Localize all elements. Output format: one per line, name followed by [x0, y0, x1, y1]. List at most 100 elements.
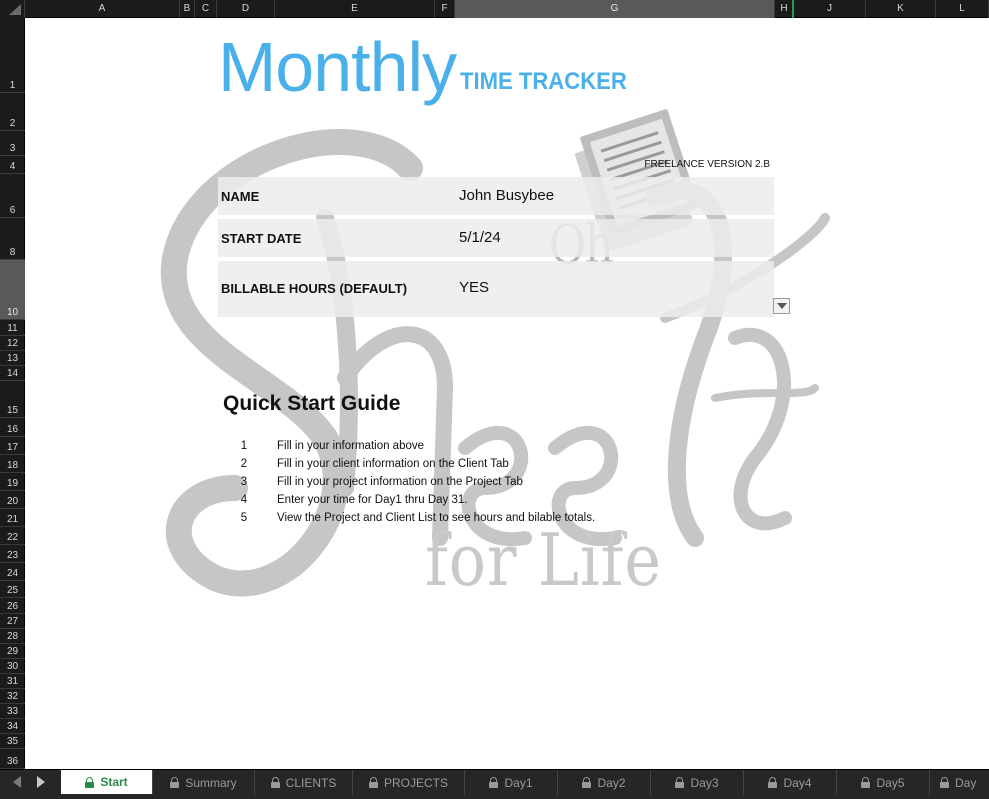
- tab-label: Day5: [876, 775, 905, 790]
- row-header[interactable]: 34: [0, 719, 25, 734]
- row-header[interactable]: 4: [0, 156, 25, 174]
- row-header[interactable]: 12: [0, 336, 25, 351]
- column-freeze-marker: [792, 0, 794, 18]
- lock-icon: [170, 777, 180, 788]
- step-number: 2: [240, 458, 248, 470]
- tab-start[interactable]: Start: [61, 770, 153, 794]
- row-header[interactable]: 3: [0, 131, 25, 156]
- tab-label: Start: [100, 775, 128, 789]
- row-header[interactable]: 13: [0, 351, 25, 366]
- info-label: BILLABLE HOURS (DEFAULT): [221, 281, 408, 296]
- version-label: FREELANCE VERSION 2.B: [644, 159, 770, 170]
- column-header-a[interactable]: A: [25, 0, 180, 18]
- row-header[interactable]: 1: [0, 18, 25, 93]
- column-header-l[interactable]: L: [936, 0, 989, 18]
- row-header[interactable]: 10: [0, 260, 25, 320]
- step-text: View the Project and Client List to see …: [277, 512, 596, 524]
- row-header[interactable]: 24: [0, 563, 25, 581]
- info-label: NAME: [221, 189, 260, 204]
- sheet-tab-bar: Start Summary CLIENTS PROJECTS Day1 Day2…: [0, 769, 989, 799]
- lock-icon: [270, 777, 280, 788]
- tab-day3[interactable]: Day3: [651, 770, 744, 795]
- billable-hours-dropdown-button[interactable]: [773, 298, 790, 314]
- row-header[interactable]: 2: [0, 93, 25, 131]
- watermark-logo: Oh for Life: [25, 18, 989, 769]
- lock-icon: [85, 776, 95, 788]
- tab-day5[interactable]: Day5: [837, 770, 930, 795]
- quick-start-title: Quick Start Guide: [223, 392, 401, 415]
- watermark-for-life-text: for Life: [425, 518, 662, 602]
- row-header[interactable]: 19: [0, 473, 25, 491]
- column-header-g[interactable]: G: [455, 0, 775, 18]
- step-number: 5: [240, 512, 248, 524]
- info-row-start-date[interactable]: START DATE 5/1/24: [218, 219, 774, 257]
- row-header[interactable]: 18: [0, 455, 25, 473]
- page-title: Monthly TIME TRACKER: [218, 32, 641, 102]
- row-header-bar: 1 2 3 4 6 8 10 11 12 13 14 15 16 17 18 1…: [0, 18, 25, 769]
- row-header[interactable]: 30: [0, 659, 25, 674]
- tab-clients[interactable]: CLIENTS: [255, 770, 353, 795]
- row-header[interactable]: 11: [0, 320, 25, 336]
- column-header-e[interactable]: E: [275, 0, 435, 18]
- column-header-c[interactable]: C: [195, 0, 217, 18]
- row-header[interactable]: 36: [0, 749, 25, 769]
- row-header[interactable]: 27: [0, 614, 25, 629]
- row-header[interactable]: 16: [0, 418, 25, 437]
- lock-icon: [675, 777, 685, 788]
- row-header[interactable]: 25: [0, 581, 25, 598]
- row-header[interactable]: 21: [0, 509, 25, 527]
- name-value[interactable]: John Busybee: [459, 187, 554, 204]
- tab-day4[interactable]: Day4: [744, 770, 837, 795]
- row-header[interactable]: 32: [0, 689, 25, 704]
- start-date-value[interactable]: 5/1/24: [459, 229, 501, 246]
- column-header-j[interactable]: J: [794, 0, 866, 18]
- tab-day1[interactable]: Day1: [465, 770, 558, 795]
- row-header[interactable]: 6: [0, 174, 25, 218]
- step-text: Fill in your client information on the C…: [277, 458, 509, 470]
- tab-scroll-left-icon[interactable]: [13, 776, 21, 788]
- title-monthly: Monthly: [218, 28, 457, 106]
- billable-hours-value[interactable]: YES: [459, 279, 489, 296]
- row-header[interactable]: 28: [0, 629, 25, 644]
- row-header[interactable]: 8: [0, 218, 25, 260]
- lock-icon: [489, 777, 499, 788]
- row-header[interactable]: 35: [0, 734, 25, 749]
- column-header-f[interactable]: F: [435, 0, 455, 18]
- lock-icon: [940, 777, 949, 788]
- column-header-d[interactable]: D: [217, 0, 275, 18]
- info-row-billable-hours[interactable]: BILLABLE HOURS (DEFAULT) YES: [218, 261, 774, 317]
- tab-day6-partial[interactable]: Day: [930, 770, 989, 795]
- column-header-k[interactable]: K: [866, 0, 936, 18]
- tab-label: CLIENTS: [285, 775, 337, 790]
- info-label: START DATE: [221, 231, 302, 246]
- sheet-grid[interactable]: Oh for Life Monthly TIME TRACKER FREELAN…: [25, 18, 989, 769]
- row-header[interactable]: 31: [0, 674, 25, 689]
- tab-summary[interactable]: Summary: [153, 770, 255, 795]
- row-header[interactable]: 15: [0, 381, 25, 418]
- info-row-name[interactable]: NAME John Busybee: [218, 177, 774, 215]
- row-header[interactable]: 23: [0, 545, 25, 563]
- watermark-script-graphic: [160, 109, 830, 597]
- step-number: 1: [240, 440, 248, 452]
- lock-icon: [368, 777, 378, 788]
- row-header[interactable]: 17: [0, 437, 25, 455]
- row-header[interactable]: 26: [0, 598, 25, 614]
- row-header[interactable]: 14: [0, 366, 25, 381]
- title-time-tracker: TIME TRACKER: [460, 68, 627, 95]
- step-text: Enter your time for Day1 thru Day 31.: [277, 494, 468, 506]
- select-all-corner[interactable]: [0, 0, 25, 18]
- tab-projects[interactable]: PROJECTS: [353, 770, 465, 795]
- row-header[interactable]: 29: [0, 644, 25, 659]
- tab-label: Day1: [504, 775, 533, 790]
- column-header-bar: A B C D E F G H J K L: [0, 0, 989, 18]
- column-header-b[interactable]: B: [180, 0, 195, 18]
- lock-icon: [861, 777, 871, 788]
- lock-icon: [768, 777, 778, 788]
- tab-day2[interactable]: Day2: [558, 770, 651, 795]
- row-header[interactable]: 22: [0, 527, 25, 545]
- row-header[interactable]: 20: [0, 491, 25, 509]
- tab-scroll-right-icon[interactable]: [37, 776, 45, 788]
- lock-icon: [582, 777, 592, 788]
- tab-label: Day: [955, 775, 977, 790]
- row-header[interactable]: 33: [0, 704, 25, 719]
